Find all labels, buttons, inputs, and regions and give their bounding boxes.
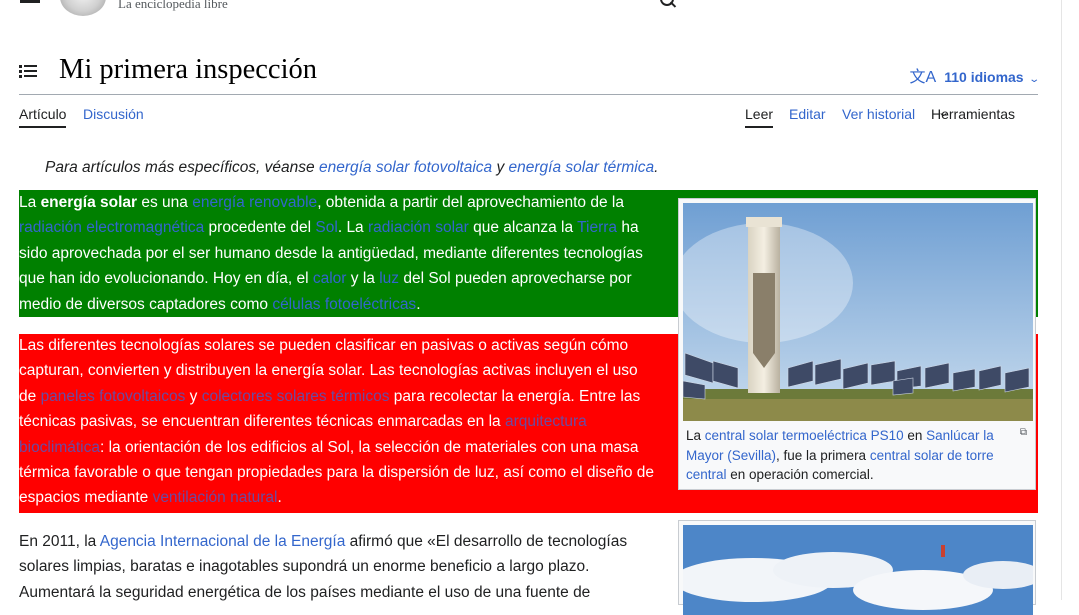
inline-link[interactable]: paneles fotovoltaicos bbox=[41, 388, 186, 405]
page-title: Mi primera inspección bbox=[59, 54, 318, 85]
enlarge-icon[interactable]: ⧉ bbox=[1020, 427, 1027, 438]
hatnote: Para artículos más específicos, véanse e… bbox=[45, 159, 658, 177]
inline-link[interactable]: Agencia Internacional de la Energía bbox=[100, 533, 346, 550]
text-run: La bbox=[686, 428, 705, 443]
site-tagline: La enciclopedia libre bbox=[118, 0, 228, 11]
language-selector[interactable]: 文A 110 idiomas ⌄ bbox=[909, 63, 1040, 87]
text-run: . bbox=[277, 489, 282, 507]
inline-link[interactable]: Tierra bbox=[577, 219, 617, 236]
text-run: que alcanza la bbox=[468, 219, 578, 237]
text-run: procedente del bbox=[204, 219, 316, 237]
text-run: en bbox=[903, 428, 927, 443]
inline-link[interactable]: calor bbox=[313, 270, 347, 287]
inline-link[interactable]: ventilación natural bbox=[153, 489, 278, 506]
translate-icon: 文A bbox=[909, 69, 937, 86]
wikipedia-logo[interactable] bbox=[60, 0, 106, 16]
inline-link[interactable]: luz bbox=[379, 270, 399, 287]
inline-link[interactable]: Sol bbox=[315, 219, 337, 236]
inline-link[interactable]: colectores solares térmicos bbox=[202, 388, 390, 405]
hatnote-link-thermal[interactable]: energía solar térmica bbox=[509, 159, 655, 176]
text-run: La bbox=[19, 194, 41, 211]
solar-field-image[interactable] bbox=[683, 525, 1033, 615]
text-run: : la orientación de los edificios al Sol… bbox=[19, 438, 655, 507]
table-of-contents-icon[interactable] bbox=[19, 65, 37, 79]
text-run: , fue la primera bbox=[776, 447, 870, 463]
site-header: La enciclopedia libre bbox=[0, 0, 1062, 20]
main-menu-icon[interactable] bbox=[20, 0, 40, 3]
chevron-down-icon: ⌄ bbox=[1027, 74, 1040, 85]
text-run: es una bbox=[137, 194, 193, 211]
scrollbar[interactable] bbox=[1061, 0, 1079, 600]
tab-talk[interactable]: Discusión bbox=[83, 106, 144, 122]
text-run: , obtenida a partir del aprovechamiento … bbox=[317, 194, 624, 211]
hatnote-text: Para artículos más específicos, véanse bbox=[45, 159, 319, 176]
title-bar: Mi primera inspección 文A 110 idiomas ⌄ bbox=[19, 52, 1040, 95]
bold-term: energía solar bbox=[40, 194, 138, 211]
inline-link[interactable]: central solar termoeléctrica PS10 bbox=[705, 428, 904, 443]
tab-read[interactable]: Leer bbox=[745, 106, 774, 128]
hatnote-text: y bbox=[492, 159, 509, 176]
text-run: y bbox=[185, 387, 202, 405]
tab-article[interactable]: Artículo bbox=[19, 106, 67, 128]
search-icon[interactable] bbox=[660, 0, 674, 6]
figure-ps10: La central solar termoeléctrica PS10 en … bbox=[678, 198, 1036, 490]
inline-link[interactable]: radiación solar bbox=[368, 219, 469, 236]
chevron-down-icon: ⌄ bbox=[937, 107, 951, 119]
figure-2 bbox=[678, 520, 1036, 615]
paragraph-3: En 2011, la Agencia Internacional de la … bbox=[19, 529, 657, 605]
tab-edit[interactable]: Editar bbox=[789, 106, 826, 122]
text-run: y la bbox=[346, 270, 380, 288]
hatnote-text: . bbox=[654, 159, 659, 176]
figure-caption: La central solar termoeléctrica PS10 en … bbox=[686, 426, 1026, 485]
paragraph-1: La energía solar es una energía renovabl… bbox=[19, 190, 657, 317]
paragraph-2: Las diferentes tecnologías solares se pu… bbox=[19, 333, 657, 511]
text-run: En 2011, la bbox=[19, 533, 100, 550]
inline-link[interactable]: radiación electromagnética bbox=[19, 219, 204, 236]
ps10-tower-image[interactable] bbox=[683, 203, 1033, 421]
inline-link[interactable]: energía renovable bbox=[192, 194, 317, 211]
inline-link[interactable]: células fotoeléctricas bbox=[272, 296, 416, 313]
tab-history[interactable]: Ver historial bbox=[842, 106, 915, 122]
language-count: 110 idiomas bbox=[944, 69, 1024, 85]
text-run: . La bbox=[337, 219, 368, 237]
page-tabs: Artículo Discusión Leer Editar Ver histo… bbox=[19, 106, 1038, 130]
text-run: en operación comercial. bbox=[726, 467, 874, 482]
text-run: . bbox=[416, 295, 421, 313]
hatnote-link-photovoltaic[interactable]: energía solar fotovoltaica bbox=[319, 159, 492, 176]
